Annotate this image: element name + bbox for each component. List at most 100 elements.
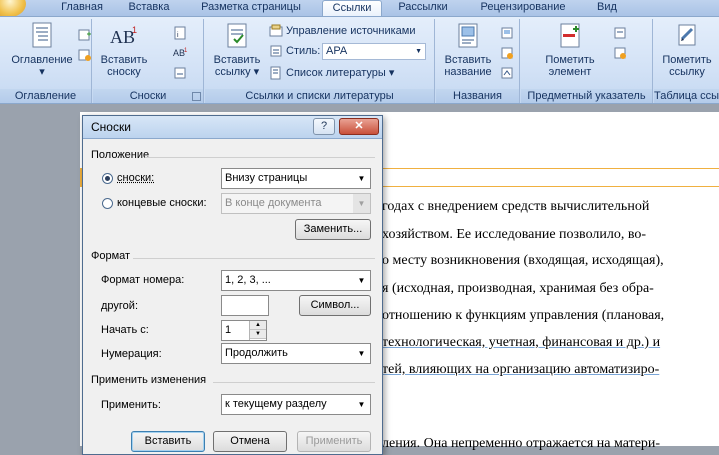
spin-up-icon[interactable]: ▲: [250, 321, 266, 330]
tab-home[interactable]: Главная: [50, 0, 114, 16]
style-icon: [269, 44, 283, 58]
footnotes-dialog: Сноски ? ✕ Положение сноски: Внизу стран…: [82, 115, 383, 455]
footnotes-dialog-launcher[interactable]: [192, 92, 201, 101]
insert-citation-button[interactable]: Вставить ссылку ▾: [209, 21, 265, 78]
bibliography-button[interactable]: Список литературы ▾: [269, 65, 394, 81]
group-captions: Вставить название Названия: [436, 19, 520, 103]
start-at-spinner[interactable]: 1 ▲ ▼: [221, 320, 267, 341]
document-text-line: я (исходная, производная, хранимая без о…: [382, 279, 719, 299]
close-icon: ✕: [354, 120, 363, 132]
section-position: Положение: [91, 149, 149, 161]
insert-index-icon[interactable]: [613, 25, 630, 41]
document-text-line: хозяйством. Ее исследование позволило, в…: [382, 225, 719, 245]
insert-table-of-figures-icon[interactable]: [500, 25, 517, 41]
tab-page-layout[interactable]: Разметка страницы: [190, 0, 312, 16]
tab-view[interactable]: Вид: [590, 0, 624, 16]
group-label-index: Предметный указатель: [521, 89, 652, 103]
document-text-line: о месту возникновения (входящая, исходящ…: [382, 251, 719, 271]
show-notes-icon[interactable]: [173, 65, 190, 81]
insert-caption-button[interactable]: Вставить название: [438, 21, 498, 78]
manage-sources-icon: [269, 24, 283, 38]
svg-text:1: 1: [184, 48, 188, 54]
group-label-citations: Ссылки и списки литературы: [205, 89, 434, 103]
style-combo[interactable]: APA ▼: [322, 43, 426, 60]
mark-entry-button[interactable]: Пометить элемент: [535, 21, 605, 78]
section-format: Формат: [91, 250, 130, 262]
insert-button[interactable]: Вставить: [131, 431, 205, 452]
number-format-label: Формат номера:: [101, 274, 184, 286]
insert-endnote-icon[interactable]: i: [173, 25, 190, 41]
apply-to-select[interactable]: к текущему разделу ▼: [221, 394, 371, 415]
insert-footnote-button[interactable]: AB 1 Вставить сноску: [97, 21, 151, 78]
chevron-down-icon: ▼: [353, 194, 370, 213]
document-text-line: технологическая, учетная, финансовая и д…: [382, 333, 719, 353]
group-citations: Вставить ссылку ▾ Управление источниками…: [205, 19, 435, 103]
svg-text:1: 1: [132, 25, 137, 35]
mark-entry-icon: [555, 21, 585, 51]
next-footnote-icon[interactable]: AB 1: [173, 45, 192, 61]
endnotes-position-select[interactable]: В конце документа ▼: [221, 193, 371, 214]
section-apply: Применить изменения: [91, 374, 206, 386]
caption-icon: [453, 21, 483, 51]
custom-mark-input[interactable]: [221, 295, 269, 316]
chevron-down-icon: ▼: [353, 395, 370, 414]
number-format-select[interactable]: 1, 2, 3, ... ▼: [221, 270, 371, 291]
document-text-line: [382, 388, 719, 408]
document-text-line: ления. Она непременно отражается на мате…: [382, 434, 719, 454]
document-text-line: тей, влияющих на организацию автоматизир…: [382, 360, 719, 380]
tab-review[interactable]: Рецензирование: [468, 0, 578, 16]
start-at-label: Начать с:: [101, 324, 149, 336]
cancel-button[interactable]: Отмена: [213, 431, 287, 452]
group-label-captions: Названия: [436, 89, 519, 103]
tab-references[interactable]: Ссылки: [322, 0, 382, 16]
tab-mailings[interactable]: Рассылки: [390, 0, 456, 16]
document-text-line: отношению к функциям управления (планова…: [382, 306, 719, 326]
footnotes-radio[interactable]: [102, 173, 113, 184]
document-text-line: годах с внедрением средств вычислительно…: [382, 197, 719, 217]
chevron-down-icon: ▼: [415, 44, 422, 59]
divider: [133, 258, 375, 259]
mark-citation-icon: [672, 21, 702, 51]
divider: [213, 382, 375, 383]
close-button[interactable]: ✕: [339, 118, 379, 135]
dialog-titlebar: Сноски: [83, 116, 382, 139]
toc-button[interactable]: Оглавление ▾: [6, 21, 78, 78]
chevron-down-icon: ▼: [353, 271, 370, 290]
spin-down-icon[interactable]: ▼: [250, 330, 266, 339]
ribbon: Оглавление ▾ Оглавление AB 1 Вставить сн…: [0, 16, 719, 104]
group-label-table-of-authorities: Таблица ссы: [654, 89, 719, 103]
chevron-down-icon: ▼: [353, 169, 370, 188]
ribbon-tab-bar: Главная Вставка Разметка страницы Ссылки…: [0, 0, 719, 16]
footnotes-label: сноски:: [117, 172, 154, 184]
group-table-of-authorities: Пометить ссылку Таблица ссы: [654, 19, 719, 103]
group-footnotes: AB 1 Вставить сноску i AB 1 Сноски: [93, 19, 204, 103]
mark-citation-button[interactable]: Пометить ссылку: [656, 21, 718, 78]
tab-insert[interactable]: Вставка: [120, 0, 178, 16]
update-figures-icon[interactable]: [500, 45, 517, 61]
numbering-select[interactable]: Продолжить ▼: [221, 343, 371, 364]
toc-icon: [27, 21, 57, 51]
update-index-icon[interactable]: [613, 45, 630, 61]
replace-button[interactable]: Заменить...: [295, 219, 371, 240]
bibliography-icon: [269, 66, 283, 80]
endnotes-radio[interactable]: [102, 198, 113, 209]
group-label-footnotes: Сноски: [93, 89, 203, 103]
footnotes-position-select[interactable]: Внизу страницы ▼: [221, 168, 371, 189]
symbol-button[interactable]: Символ...: [299, 295, 371, 316]
chevron-down-icon: ▼: [353, 344, 370, 363]
endnotes-label: концевые сноски:: [117, 197, 207, 209]
apply-to-label: Применить:: [101, 399, 161, 411]
custom-mark-label: другой:: [101, 300, 138, 312]
citation-icon: [222, 21, 252, 51]
manage-sources-button[interactable]: Управление источниками: [269, 23, 415, 39]
cross-reference-icon[interactable]: [500, 65, 517, 81]
help-button[interactable]: ?: [313, 118, 335, 135]
group-toc: Оглавление ▾ Оглавление: [0, 19, 92, 103]
group-index: Пометить элемент Предметный указатель: [521, 19, 653, 103]
dialog-title: Сноски: [91, 120, 131, 134]
spinner-arrows[interactable]: ▲ ▼: [249, 321, 266, 340]
divider: [145, 157, 375, 158]
style-label: Стиль:: [269, 43, 320, 59]
apply-button[interactable]: Применить: [297, 431, 371, 452]
group-label-toc: Оглавление: [0, 89, 91, 103]
